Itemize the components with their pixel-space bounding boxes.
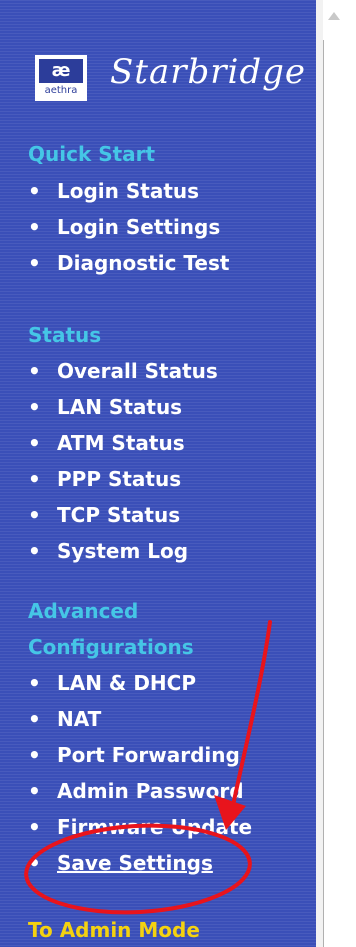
nav-item-label: Port Forwarding — [57, 743, 240, 767]
nav-item-port-forwarding[interactable]: • Port Forwarding — [28, 743, 240, 767]
nav-item-admin-password[interactable]: • Admin Password — [28, 779, 244, 803]
bullet-icon: • — [28, 431, 41, 455]
nav-item-label: LAN & DHCP — [57, 671, 197, 695]
frame-divider[interactable] — [316, 0, 324, 947]
nav-item-label: Diagnostic Test — [57, 251, 230, 275]
bullet-icon: • — [28, 251, 41, 275]
scroll-up-button[interactable] — [323, 0, 356, 40]
nav-item-label: NAT — [57, 707, 102, 731]
bullet-icon: • — [28, 707, 41, 731]
aethra-logo: æ aethra — [35, 55, 87, 101]
scroll-up-arrow-icon — [328, 12, 340, 20]
nav-item-label: Save Settings — [57, 851, 213, 875]
admin-mode-link[interactable]: To Admin Mode — [28, 918, 200, 942]
nav-item-login-settings[interactable]: • Login Settings — [28, 215, 220, 239]
bullet-icon: • — [28, 779, 41, 803]
bullet-icon: • — [28, 815, 41, 839]
nav-item-label: Firmware Update — [57, 815, 253, 839]
bullet-icon: • — [28, 395, 41, 419]
bullet-icon: • — [28, 503, 41, 527]
nav-item-label: Admin Password — [57, 779, 244, 803]
nav-item-label: Overall Status — [57, 359, 218, 383]
nav-item-system-log[interactable]: • System Log — [28, 539, 188, 563]
bullet-icon: • — [28, 851, 41, 875]
nav-item-nat[interactable]: • NAT — [28, 707, 101, 731]
nav-item-firmware-update[interactable]: • Firmware Update — [28, 815, 252, 839]
nav-item-lan-status[interactable]: • LAN Status — [28, 395, 182, 419]
bullet-icon: • — [28, 671, 41, 695]
nav-item-ppp-status[interactable]: • PPP Status — [28, 467, 181, 491]
nav-item-label: ATM Status — [57, 431, 185, 455]
nav-item-label: Login Settings — [57, 215, 221, 239]
nav-item-label: System Log — [57, 539, 189, 563]
nav-item-label: Login Status — [57, 179, 200, 203]
nav-item-login-status[interactable]: • Login Status — [28, 179, 199, 203]
nav-item-lan-dhcp[interactable]: • LAN & DHCP — [28, 671, 196, 695]
bullet-icon: • — [28, 743, 41, 767]
nav-item-diagnostic-test[interactable]: • Diagnostic Test — [28, 251, 229, 275]
nav-item-label: PPP Status — [57, 467, 182, 491]
nav-item-label: TCP Status — [57, 503, 181, 527]
section-title-advanced-line2: Configurations — [28, 635, 194, 659]
section-title-advanced-line1: Advanced — [28, 599, 139, 623]
section-title-quick-start: Quick Start — [28, 142, 156, 166]
section-title-status: Status — [28, 323, 102, 347]
nav-item-label: LAN Status — [57, 395, 183, 419]
bullet-icon: • — [28, 359, 41, 383]
bullet-icon: • — [28, 179, 41, 203]
bullet-icon: • — [28, 539, 41, 563]
nav-item-atm-status[interactable]: • ATM Status — [28, 431, 185, 455]
nav-item-overall-status[interactable]: • Overall Status — [28, 359, 218, 383]
navigation-sidebar: æ aethra Starbridge Quick Start • Login S… — [0, 0, 318, 947]
nav-item-save-settings[interactable]: • Save Settings — [28, 851, 213, 875]
logo-word: aethra — [44, 85, 78, 96]
bullet-icon: • — [28, 215, 41, 239]
logo-mark: æ — [39, 59, 83, 83]
nav-item-tcp-status[interactable]: • TCP Status — [28, 503, 180, 527]
brand-name: Starbridge — [110, 52, 307, 92]
bullet-icon: • — [28, 467, 41, 491]
